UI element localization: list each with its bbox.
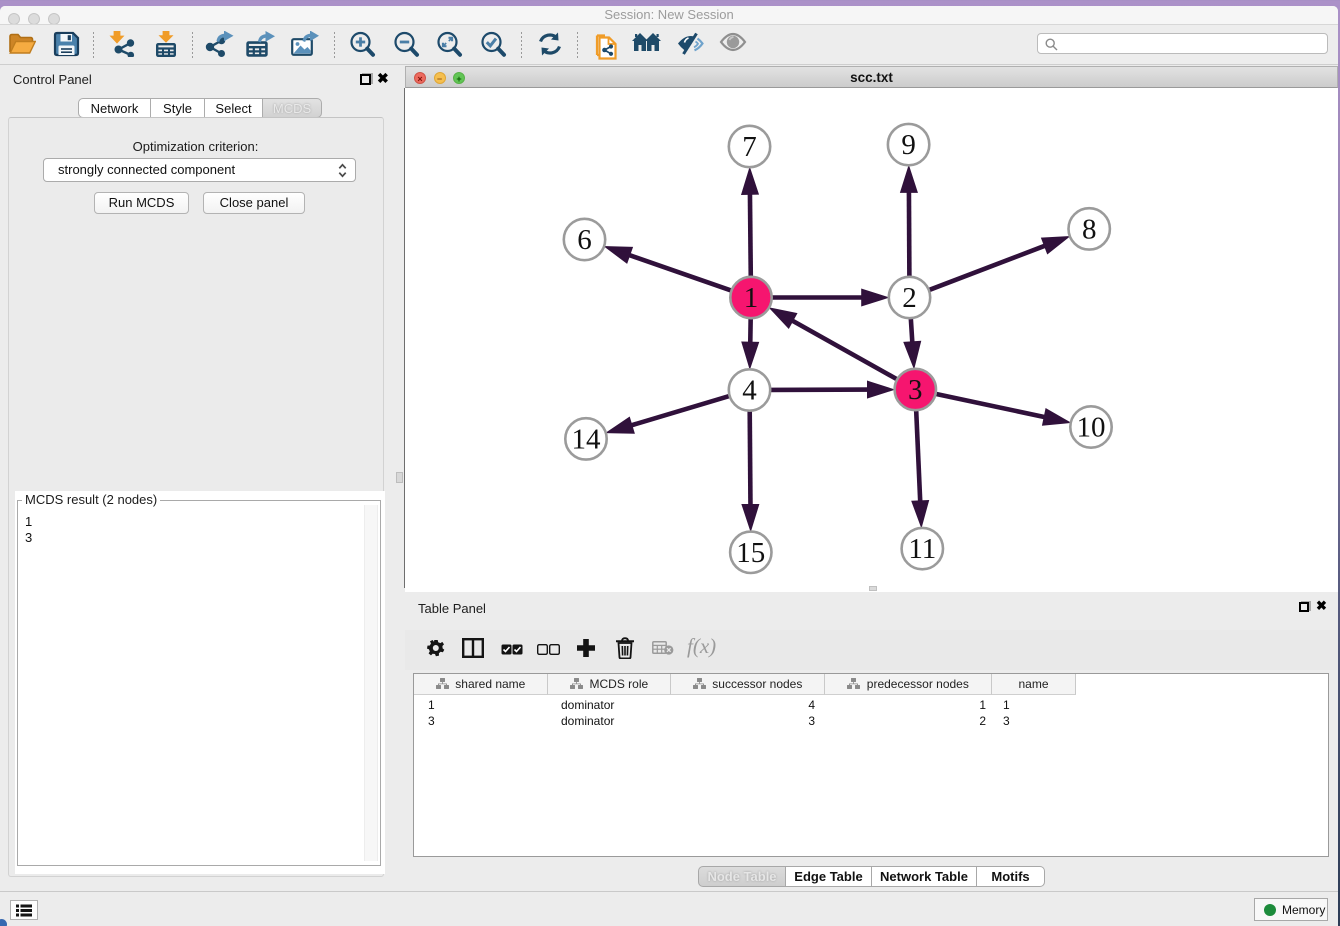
svg-text:4: 4 — [742, 375, 757, 407]
svg-text:15: 15 — [736, 537, 765, 569]
svg-text:8: 8 — [1082, 213, 1097, 245]
svg-text:2: 2 — [902, 282, 917, 314]
svg-text:7: 7 — [742, 131, 757, 163]
svg-text:6: 6 — [577, 224, 592, 256]
svg-text:10: 10 — [1077, 412, 1106, 444]
svg-text:11: 11 — [908, 533, 936, 565]
svg-text:9: 9 — [901, 129, 916, 161]
svg-text:3: 3 — [908, 374, 923, 406]
svg-text:1: 1 — [744, 282, 759, 314]
svg-text:14: 14 — [572, 423, 602, 455]
